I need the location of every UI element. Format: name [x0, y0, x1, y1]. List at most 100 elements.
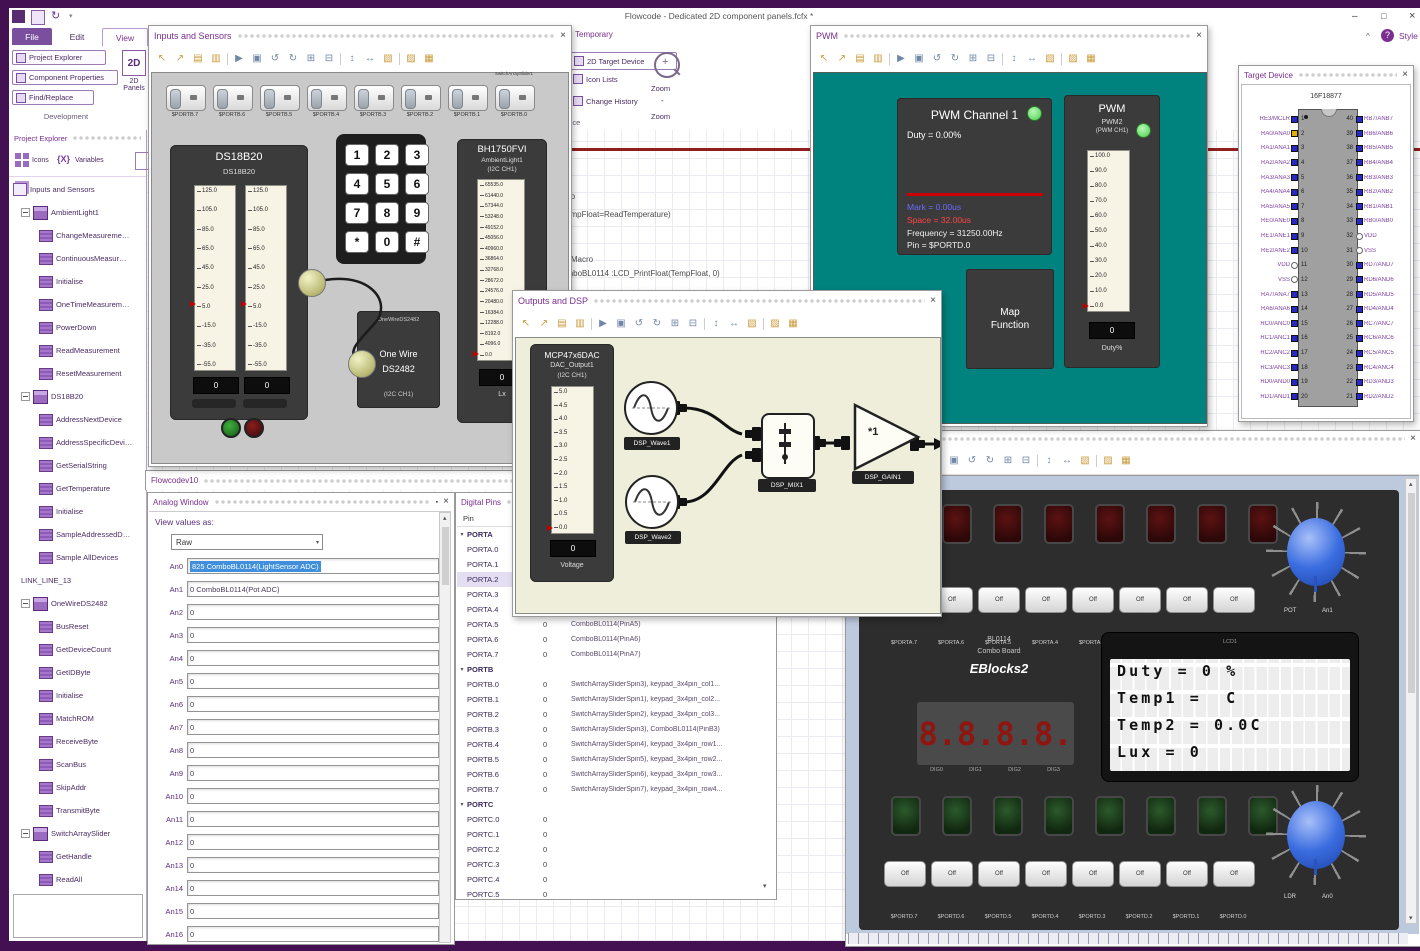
icons-view-icon[interactable]: [15, 153, 29, 167]
analog-value-field[interactable]: 0: [187, 834, 439, 850]
toolbar-icon[interactable]: ↻: [286, 52, 300, 66]
tree-item[interactable]: Inputs and Sensors: [9, 178, 146, 201]
help-icon[interactable]: ?: [1381, 29, 1394, 42]
close-icon[interactable]: ×: [1196, 31, 1202, 41]
pin-indicator[interactable]: [1291, 232, 1298, 240]
toolbar-icon[interactable]: [1037, 454, 1038, 467]
analog-row[interactable]: An1 0 ComboBL0114(Pot ADC): [151, 581, 439, 597]
chip-pin[interactable]: RD0/AND0 19: [1244, 376, 1314, 388]
project-explorer-button[interactable]: Project Explorer: [12, 50, 106, 65]
analog-value-field[interactable]: 0: [187, 903, 439, 919]
tree-item[interactable]: AmbientLight1: [9, 201, 146, 224]
analog-row[interactable]: An15 0: [151, 903, 439, 919]
pin-indicator[interactable]: [1291, 305, 1298, 313]
digital-pin-row[interactable]: PORTC.5 0: [457, 887, 774, 897]
chip-pin[interactable]: RA2/ANA2 4: [1244, 157, 1314, 169]
port-switch[interactable]: Off $PORTA.5: [978, 587, 1020, 646]
port-switch[interactable]: Off $PORTD.3: [1072, 861, 1114, 920]
chip-pin[interactable]: RE2/ANE2 10: [1244, 245, 1314, 257]
scroll-down-icon[interactable]: ▾: [763, 883, 767, 891]
tree-item[interactable]: TransmitByte: [9, 799, 146, 822]
pin-indicator[interactable]: [1356, 334, 1363, 342]
toolbar-icon[interactable]: ▣: [947, 454, 961, 468]
toolbar-icon[interactable]: ↺: [268, 52, 282, 66]
toolbar-icon[interactable]: ▣: [614, 317, 628, 331]
pin-indicator[interactable]: [1356, 174, 1363, 181]
off-button[interactable]: Off: [1025, 587, 1067, 613]
pin-indicator[interactable]: [1291, 334, 1298, 342]
chip-pin[interactable]: 25 RC6/ANC6: [1340, 332, 1410, 344]
toolbar-icon[interactable]: ▣: [912, 52, 926, 66]
pin-indicator[interactable]: [1356, 144, 1363, 152]
tree-item[interactable]: ReceiveByte: [9, 730, 146, 753]
tree-item[interactable]: GetSerialString: [9, 454, 146, 477]
chip-pin[interactable]: RE1/ANE1 9: [1244, 230, 1314, 242]
option-change-history[interactable]: Change History: [573, 96, 638, 106]
toolbar-icon[interactable]: ⊞: [304, 52, 318, 66]
toolbar-icon[interactable]: ▦: [786, 317, 800, 331]
toolbar-icon[interactable]: ▨: [1101, 454, 1115, 468]
chip-pin[interactable]: 31 VSS: [1340, 245, 1410, 257]
pin-indicator[interactable]: [1291, 261, 1298, 269]
analog-row[interactable]: An12 0: [151, 834, 439, 850]
toolbar-icon[interactable]: ↕: [1042, 454, 1056, 468]
toolbar-icon[interactable]: ▧: [745, 317, 759, 331]
pin-indicator[interactable]: [1356, 188, 1363, 196]
port-switch[interactable]: Off $PORTD.1: [1166, 861, 1208, 920]
toolbar-icon[interactable]: ⊟: [1019, 454, 1033, 468]
analog-value-field[interactable]: 0: [187, 673, 439, 689]
pin-indicator[interactable]: [1291, 320, 1298, 328]
digital-pin-row[interactable]: PORTA.6 0 ComboBL0114(PinA6): [457, 632, 774, 647]
pin-indicator[interactable]: [1356, 115, 1363, 123]
tree-item[interactable]: ContinuousMeasur…: [9, 247, 146, 270]
toolbar-icon[interactable]: [1002, 53, 1003, 65]
toolbar-icon[interactable]: ⊞: [966, 52, 980, 66]
tree-item[interactable]: ResetMeasurement: [9, 362, 146, 385]
pin-indicator[interactable]: [1291, 217, 1298, 225]
analog-row[interactable]: An2 0: [151, 604, 439, 620]
toolbar-icon[interactable]: ↗: [835, 52, 849, 66]
analog-row[interactable]: An13 0: [151, 857, 439, 873]
toolbar-icon[interactable]: ↺: [632, 317, 646, 331]
group-caret-icon[interactable]: [457, 801, 467, 808]
toolbar-icon[interactable]: [399, 53, 400, 65]
toolbar-icon[interactable]: [1096, 454, 1097, 467]
close-button[interactable]: ×: [1409, 11, 1415, 22]
chip-pin[interactable]: RD1/AND1 20: [1244, 391, 1314, 403]
outputs-dsp-titlebar[interactable]: Outputs and DSP ×: [513, 291, 941, 311]
digital-pin-row[interactable]: PORTC.1 0: [457, 827, 774, 842]
digital-pin-row[interactable]: PORTB.4 0 SwitchArraySliderSpin4), keypa…: [457, 737, 774, 752]
toolbar-icon[interactable]: ⊞: [668, 317, 682, 331]
save-icon[interactable]: [31, 10, 45, 25]
zoom-label-1[interactable]: Zoom: [651, 84, 670, 93]
tree-expander-icon[interactable]: [21, 392, 30, 401]
analog-value-field[interactable]: 0: [187, 742, 439, 758]
toolbar-icon[interactable]: [591, 318, 592, 330]
tree-item[interactable]: ReadAll: [9, 868, 146, 890]
analog-value-field[interactable]: 0: [187, 650, 439, 666]
chip-pin[interactable]: VSS 12: [1244, 274, 1314, 286]
toolbar-icon[interactable]: [1061, 53, 1062, 65]
off-button[interactable]: Off: [1119, 861, 1161, 887]
analog-value-field[interactable]: 0: [187, 857, 439, 873]
tree-item[interactable]: SwitchArraySlider: [9, 822, 146, 845]
tree-item[interactable]: SkipAddr: [9, 776, 146, 799]
analog-scrollbar[interactable]: ▴: [439, 512, 451, 943]
chip-pin[interactable]: 26 RC7/ANC7: [1340, 318, 1410, 330]
icons-view-label[interactable]: Icons: [32, 157, 49, 164]
dsp-wave1-icon[interactable]: [624, 381, 678, 435]
tree-item[interactable]: AddressSpecificDevi…: [9, 431, 146, 454]
pin-indicator[interactable]: [1291, 174, 1298, 181]
chip-pin[interactable]: 36 RB3/ANB3: [1340, 172, 1410, 184]
toolbar-icon[interactable]: ▶: [232, 52, 246, 66]
analog-value-field[interactable]: 0: [187, 765, 439, 781]
connection-node[interactable]: [348, 350, 376, 378]
toolbar-icon[interactable]: ↔: [1060, 454, 1074, 468]
pot-knob[interactable]: [1287, 518, 1345, 592]
port-switch[interactable]: Off $PORTD.4: [1025, 861, 1067, 920]
analog-row[interactable]: An7 0: [151, 719, 439, 735]
off-button[interactable]: Off: [1119, 587, 1161, 613]
chip-pin[interactable]: 32 VDD: [1340, 230, 1410, 242]
digital-pin-row[interactable]: PORTB.7 0 SwitchArraySliderSpin7), keypa…: [457, 782, 774, 797]
pin-indicator[interactable]: [1356, 276, 1363, 284]
